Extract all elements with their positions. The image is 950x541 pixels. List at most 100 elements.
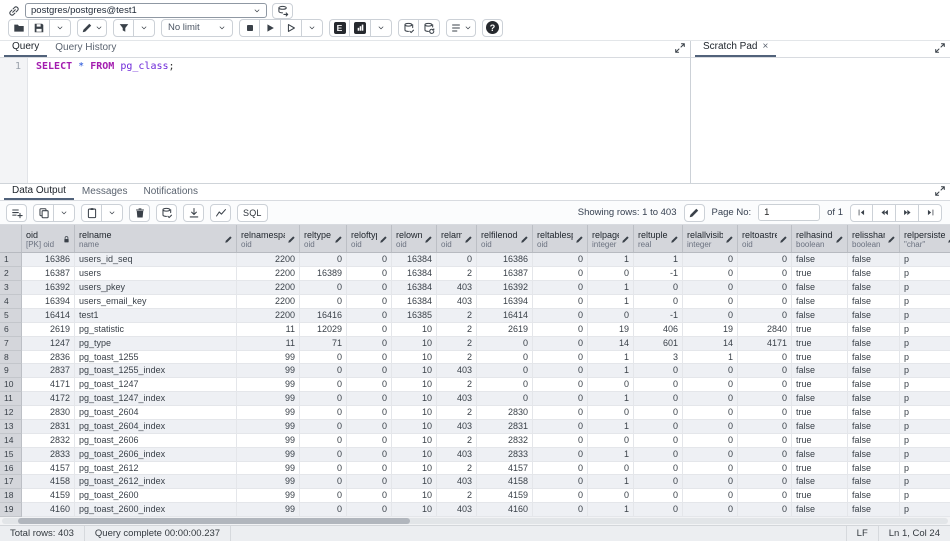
column-header-reltablespace[interactable]: reltablespaceoid — [533, 225, 588, 252]
cell-relpages[interactable]: 1 — [588, 351, 634, 365]
cell-relisshared[interactable]: false — [848, 253, 900, 267]
cell-relisshared[interactable]: false — [848, 378, 900, 392]
cell-relfilenode[interactable]: 4160 — [477, 503, 533, 517]
cell-relpersistence[interactable]: p — [900, 392, 950, 406]
edit-menu-button[interactable] — [77, 19, 107, 37]
cell-relallvisible[interactable]: 0 — [683, 392, 738, 406]
cell-relallvisible[interactable]: 0 — [683, 448, 738, 462]
sql-code-line[interactable]: SELECT * FROM pg_class; — [28, 58, 175, 184]
cell-reloftype[interactable]: 0 — [347, 281, 392, 295]
filter-dropdown-button[interactable] — [134, 19, 155, 37]
cell-reltuples[interactable]: 0 — [634, 489, 683, 503]
cell-relallvisible[interactable]: 0 — [683, 406, 738, 420]
cell-reltoastrelid[interactable]: 0 — [738, 448, 792, 462]
cell-relowner[interactable]: 10 — [392, 434, 437, 448]
cell-reltype[interactable]: 0 — [300, 475, 347, 489]
select-all-corner[interactable] — [0, 225, 22, 252]
cell-relisshared[interactable]: false — [848, 462, 900, 476]
cell-relnamespace[interactable]: 2200 — [237, 267, 300, 281]
cell-relname[interactable]: test1 — [75, 309, 237, 323]
cell-relhasindex[interactable]: true — [792, 323, 848, 337]
tab-notifications[interactable]: Notifications — [136, 183, 206, 200]
column-header-relfilenode[interactable]: relfilenodeoid — [477, 225, 533, 252]
cell-relnamespace[interactable]: 11 — [237, 323, 300, 337]
cell-reltuples[interactable]: 406 — [634, 323, 683, 337]
cell-relowner[interactable]: 10 — [392, 503, 437, 517]
column-header-relpersistence[interactable]: relpersistence"char" — [900, 225, 950, 252]
save-button[interactable] — [29, 19, 50, 37]
cell-relnamespace[interactable]: 99 — [237, 420, 300, 434]
cell-oid[interactable]: 16414 — [22, 309, 75, 323]
cell-relpersistence[interactable]: p — [900, 267, 950, 281]
cell-relisshared[interactable]: false — [848, 351, 900, 365]
cell-oid[interactable]: 16386 — [22, 253, 75, 267]
cell-relhasindex[interactable]: false — [792, 364, 848, 378]
cell-reltablespace[interactable]: 0 — [533, 503, 588, 517]
cell-relpages[interactable]: 19 — [588, 323, 634, 337]
cell-oid[interactable]: 4157 — [22, 462, 75, 476]
cell-relpages[interactable]: 1 — [588, 392, 634, 406]
row-number[interactable]: 19 — [0, 503, 22, 517]
page-number-input[interactable] — [758, 204, 820, 221]
cell-relhasindex[interactable]: true — [792, 489, 848, 503]
cell-relam[interactable]: 403 — [437, 503, 477, 517]
cell-reltype[interactable]: 16389 — [300, 267, 347, 281]
cell-reloftype[interactable]: 0 — [347, 420, 392, 434]
cell-oid[interactable]: 2836 — [22, 351, 75, 365]
cell-relfilenode[interactable]: 2832 — [477, 434, 533, 448]
cell-relname[interactable]: pg_statistic — [75, 323, 237, 337]
cell-relpages[interactable]: 1 — [588, 364, 634, 378]
sql-button[interactable]: SQL — [237, 204, 268, 222]
cell-relpages[interactable]: 0 — [588, 309, 634, 323]
cell-oid[interactable]: 2832 — [22, 434, 75, 448]
cell-reloftype[interactable]: 0 — [347, 448, 392, 462]
cell-reltablespace[interactable]: 0 — [533, 309, 588, 323]
cell-reltablespace[interactable]: 0 — [533, 475, 588, 489]
cell-relallvisible[interactable]: 0 — [683, 267, 738, 281]
cell-relpages[interactable]: 1 — [588, 448, 634, 462]
cell-relowner[interactable]: 10 — [392, 323, 437, 337]
row-number[interactable]: 5 — [0, 309, 22, 323]
cell-reltype[interactable]: 0 — [300, 434, 347, 448]
cell-relname[interactable]: pg_toast_2606_index — [75, 448, 237, 462]
cell-relowner[interactable]: 16384 — [392, 281, 437, 295]
column-header-reloftype[interactable]: reloftypeoid — [347, 225, 392, 252]
cell-relam[interactable]: 2 — [437, 378, 477, 392]
cell-oid[interactable]: 2833 — [22, 448, 75, 462]
cell-oid[interactable]: 16392 — [22, 281, 75, 295]
cell-reltype[interactable]: 71 — [300, 337, 347, 351]
edit-range-button[interactable] — [684, 204, 705, 222]
cell-relisshared[interactable]: false — [848, 337, 900, 351]
cell-reltuples[interactable]: 1 — [634, 253, 683, 267]
eol-indicator[interactable]: LF — [846, 526, 878, 541]
cell-reloftype[interactable]: 0 — [347, 364, 392, 378]
cell-relpersistence[interactable]: p — [900, 434, 950, 448]
cell-relname[interactable]: pg_toast_1255_index — [75, 364, 237, 378]
cell-relpersistence[interactable]: p — [900, 406, 950, 420]
cell-reltablespace[interactable]: 0 — [533, 462, 588, 476]
row-number[interactable]: 7 — [0, 337, 22, 351]
cell-relam[interactable]: 2 — [437, 309, 477, 323]
next-page-button[interactable] — [896, 204, 919, 222]
cell-reltype[interactable]: 0 — [300, 489, 347, 503]
cell-relam[interactable]: 403 — [437, 420, 477, 434]
cell-relnamespace[interactable]: 99 — [237, 364, 300, 378]
cell-relnamespace[interactable]: 99 — [237, 392, 300, 406]
save-dropdown-button[interactable] — [50, 19, 71, 37]
cell-relpages[interactable]: 1 — [588, 281, 634, 295]
cell-relowner[interactable]: 10 — [392, 420, 437, 434]
cell-reloftype[interactable]: 0 — [347, 475, 392, 489]
close-icon[interactable]: × — [762, 39, 768, 55]
cell-reltablespace[interactable]: 0 — [533, 267, 588, 281]
cell-reltuples[interactable]: 0 — [634, 475, 683, 489]
cell-relpages[interactable]: 0 — [588, 489, 634, 503]
cell-relisshared[interactable]: false — [848, 281, 900, 295]
cell-relam[interactable]: 2 — [437, 351, 477, 365]
last-page-button[interactable] — [919, 204, 942, 222]
cell-reltuples[interactable]: 0 — [634, 434, 683, 448]
row-number[interactable]: 6 — [0, 323, 22, 337]
add-row-button[interactable] — [6, 204, 27, 222]
cell-relname[interactable]: users_id_seq — [75, 253, 237, 267]
cell-relpersistence[interactable]: p — [900, 420, 950, 434]
cell-relfilenode[interactable]: 0 — [477, 378, 533, 392]
